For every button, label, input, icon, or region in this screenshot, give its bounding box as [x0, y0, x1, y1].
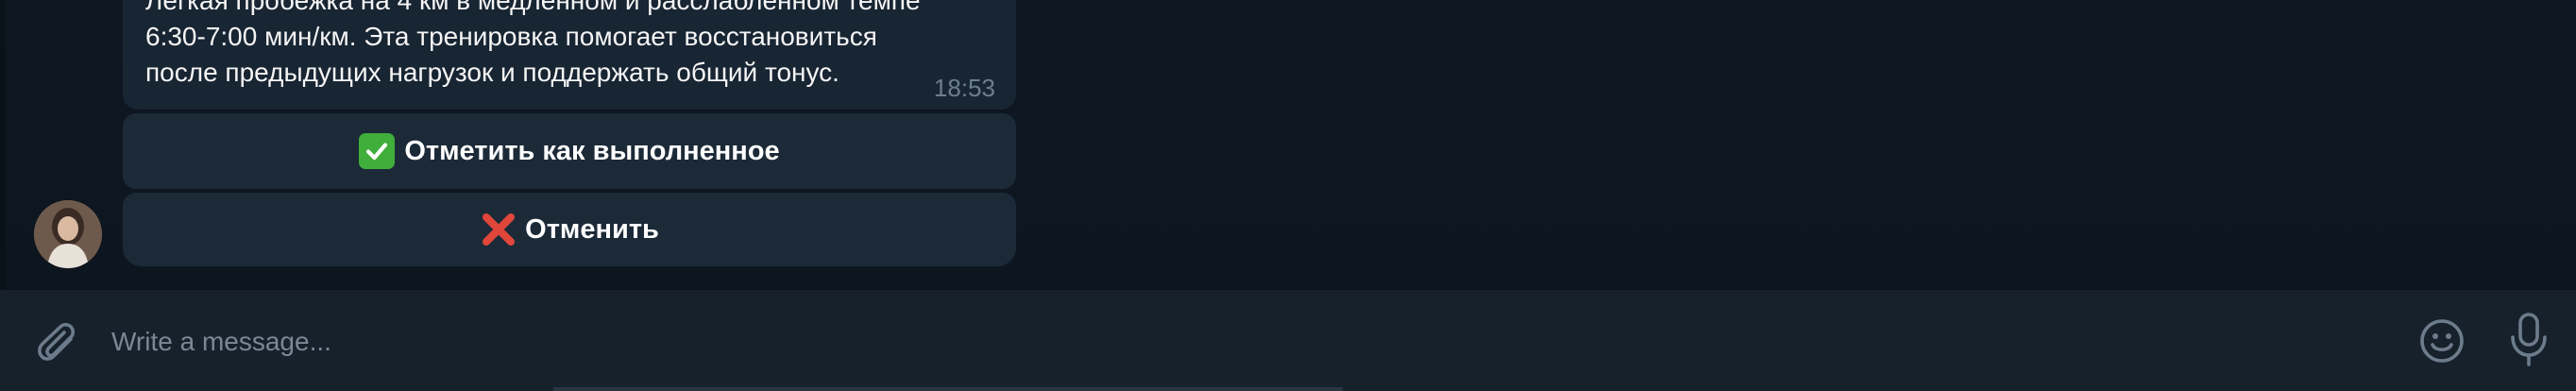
paperclip-icon[interactable] [32, 314, 81, 367]
check-mark-icon [359, 133, 396, 169]
mark-done-button[interactable]: Отметить как выполненное [123, 113, 1016, 189]
message-input[interactable] [110, 314, 2380, 369]
message-line-2: 6:30-7:00 мин/км. Эта тренировка помогае… [145, 22, 877, 51]
message-line-1: Легкая пробежка на 4 км в медленном и ра… [145, 0, 921, 15]
window-bottom-handle [553, 387, 1343, 391]
message-composer [0, 289, 2576, 391]
avatar-portrait-icon [34, 200, 102, 268]
message-timestamp: 18:53 [933, 74, 995, 102]
microphone-icon[interactable] [2508, 311, 2550, 369]
smiley-icon[interactable] [2415, 314, 2468, 367]
cancel-button[interactable]: Отменить [123, 193, 1016, 266]
cross-mark-icon [480, 211, 517, 248]
mark-done-label: Отметить как выполненное [404, 135, 780, 166]
message-text: Легкая пробежка на 4 км в медленном и ра… [145, 0, 976, 91]
message-line-3: после предыдущих нагрузок и поддержать о… [145, 58, 839, 87]
cancel-label: Отменить [525, 213, 659, 245]
chat-history: Легкая пробежка на 4 км в медленном и ра… [0, 0, 2576, 391]
bot-message-bubble: Легкая пробежка на 4 км в медленном и ра… [123, 0, 1016, 110]
sender-avatar[interactable] [34, 200, 102, 268]
